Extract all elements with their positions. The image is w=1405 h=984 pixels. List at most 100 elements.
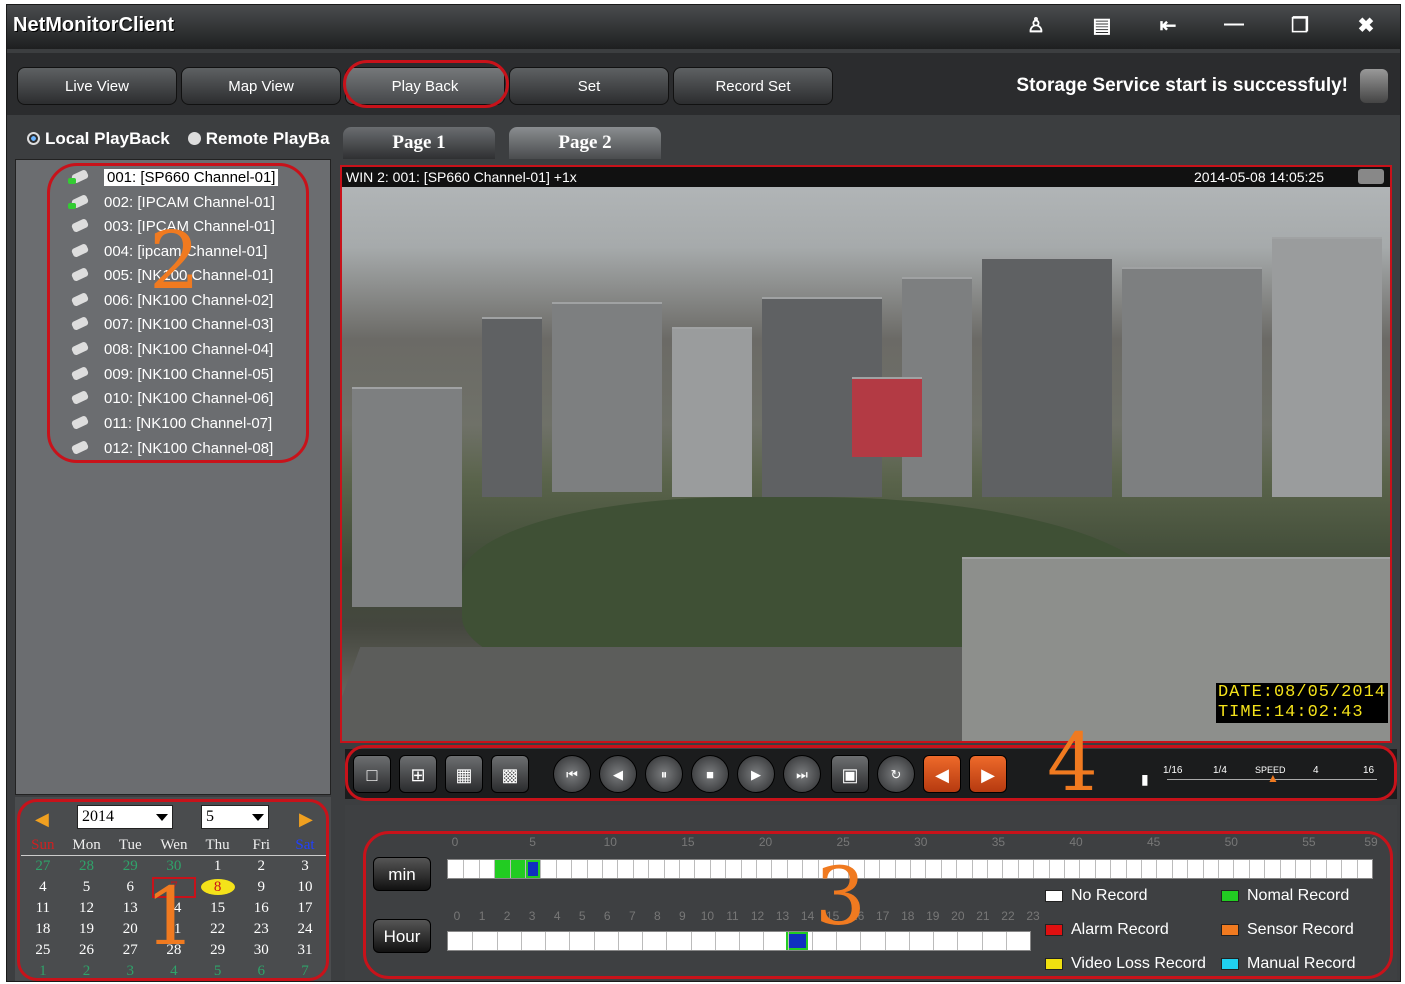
speed-slider[interactable]: ▮ 1/16 1/4 SPEED 4 16 ▲ xyxy=(1137,759,1387,789)
calendar-day[interactable]: 21 xyxy=(152,919,196,940)
legend-normal-record: Nomal Record xyxy=(1221,887,1349,905)
layout-9-icon[interactable]: ▦ xyxy=(445,755,483,793)
prev-frame-icon[interactable]: ◀ xyxy=(923,755,961,793)
channel-item[interactable]: 006: [NK100 Channel-02] xyxy=(68,289,273,311)
timeline-cell-divider xyxy=(1064,860,1065,878)
calendar-day[interactable]: 1 xyxy=(196,856,240,877)
calendar-day[interactable]: 9 xyxy=(239,877,283,898)
calendar-day[interactable]: 1 xyxy=(21,961,65,982)
calendar-day-selected[interactable]: 7 xyxy=(152,877,196,898)
calendar-day[interactable]: 4 xyxy=(21,877,65,898)
remote-playback-radio[interactable]: Remote PlayBa xyxy=(187,129,330,149)
play-icon[interactable]: ▶ xyxy=(737,755,775,793)
layout-1-icon[interactable]: □ xyxy=(353,755,391,793)
tab-live-view[interactable]: Live View xyxy=(17,67,177,105)
pause-icon[interactable]: ⏸ xyxy=(645,755,683,793)
prev-month-icon[interactable]: ◀ xyxy=(35,809,49,830)
calendar-day[interactable]: 12 xyxy=(65,898,109,919)
minute-timeline[interactable] xyxy=(447,859,1373,879)
calendar-day[interactable]: 4 xyxy=(152,961,196,982)
channel-item[interactable]: 001: [SP660 Channel-01] xyxy=(68,166,279,188)
restore-icon[interactable]: ❐ xyxy=(1286,13,1314,38)
hour-button[interactable]: Hour xyxy=(373,919,431,953)
channel-item[interactable]: 002: [IPCAM Channel-01] xyxy=(68,191,275,213)
tab-record-set[interactable]: Record Set xyxy=(673,67,833,105)
calendar-day[interactable]: 27 xyxy=(108,940,152,961)
channel-item[interactable]: 008: [NK100 Channel-04] xyxy=(68,338,273,360)
calendar-day[interactable]: 28 xyxy=(152,940,196,961)
calendar-day[interactable]: 6 xyxy=(108,877,152,898)
calendar-day[interactable]: 3 xyxy=(108,961,152,982)
calendar-day[interactable]: 5 xyxy=(65,877,109,898)
calendar-day[interactable]: 30 xyxy=(152,856,196,877)
calendar-day[interactable]: 19 xyxy=(65,919,109,940)
tab-set[interactable]: Set xyxy=(509,67,669,105)
channel-item[interactable]: 010: [NK100 Channel-06] xyxy=(68,387,273,409)
calendar-day[interactable]: 24 xyxy=(283,919,327,940)
snapshot-icon[interactable]: ▣ xyxy=(831,755,869,793)
year-select[interactable]: 2014 xyxy=(77,805,173,829)
tab-page-2[interactable]: Page 2 xyxy=(509,127,661,159)
calendar-day[interactable]: 20 xyxy=(108,919,152,940)
local-playback-radio[interactable]: Local PlayBack xyxy=(27,129,170,149)
skip-start-icon[interactable]: ⏮ xyxy=(553,755,591,793)
login-icon[interactable]: ⇤ xyxy=(1154,13,1182,38)
minimize-icon[interactable]: — xyxy=(1220,13,1248,38)
calendar-day[interactable]: 26 xyxy=(65,940,109,961)
tab-play-back[interactable]: Play Back xyxy=(345,67,505,105)
tab-map-view[interactable]: Map View xyxy=(181,67,341,105)
calendar-day[interactable]: 30 xyxy=(239,940,283,961)
calendar-day-today[interactable]: 8 xyxy=(196,877,240,898)
calendar-day[interactable]: 6 xyxy=(239,961,283,982)
layout-4-icon[interactable]: ⊞ xyxy=(399,755,437,793)
hour-timeline[interactable] xyxy=(447,931,1031,951)
calendar-day[interactable]: 3 xyxy=(283,856,327,877)
channel-item[interactable]: 011: [NK100 Channel-07] xyxy=(68,412,272,434)
calendar-day[interactable]: 5 xyxy=(196,961,240,982)
calendar-day[interactable]: 11 xyxy=(21,898,65,919)
calendar-day[interactable]: 29 xyxy=(196,940,240,961)
skip-end-icon[interactable]: ⏭ xyxy=(783,755,821,793)
channel-item[interactable]: 007: [NK100 Channel-03] xyxy=(68,313,273,335)
timeline-cell-divider xyxy=(817,860,819,878)
calendar-day[interactable]: 17 xyxy=(283,898,327,919)
stop-icon[interactable]: ■ xyxy=(691,755,729,793)
calendar-day[interactable]: 2 xyxy=(239,856,283,877)
calendar-day[interactable]: 27 xyxy=(21,856,65,877)
channel-item[interactable]: 005: [NK100 Channel-01] xyxy=(68,264,273,286)
calendar-day[interactable]: 13 xyxy=(108,898,152,919)
building xyxy=(1122,267,1262,497)
channel-item[interactable]: 012: [NK100 Channel-08] xyxy=(68,437,273,459)
minimize-panel-icon[interactable]: ▤ xyxy=(1088,13,1116,38)
refresh-icon[interactable]: ↻ xyxy=(877,755,915,793)
channel-item[interactable]: 004: [ipcam Channel-01] xyxy=(68,240,267,262)
speed-thumb-icon[interactable]: ▲ xyxy=(1267,771,1279,785)
calendar-day[interactable]: 29 xyxy=(108,856,152,877)
timeline-cell-divider xyxy=(786,860,788,878)
video-window[interactable]: WIN 2: 001: [SP660 Channel-01] +1x 2014-… xyxy=(340,165,1392,743)
calendar-day[interactable]: 16 xyxy=(239,898,283,919)
calendar-day[interactable]: 18 xyxy=(21,919,65,940)
channel-item[interactable]: 003: [IPCAM Channel-01] xyxy=(68,215,275,237)
tab-page-1[interactable]: Page 1 xyxy=(343,127,495,159)
calendar-day[interactable]: 31 xyxy=(283,940,327,961)
channel-item[interactable]: 009: [NK100 Channel-05] xyxy=(68,363,273,385)
layout-16-icon[interactable]: ▩ xyxy=(491,755,529,793)
users-icon[interactable]: ♙ xyxy=(1022,13,1050,38)
month-select[interactable]: 5 xyxy=(201,805,269,829)
calendar-day[interactable]: 10 xyxy=(283,877,327,898)
legend-alarm-record: Alarm Record xyxy=(1045,921,1169,939)
calendar-day[interactable]: 23 xyxy=(239,919,283,940)
next-frame-icon[interactable]: ▶ xyxy=(969,755,1007,793)
step-back-icon[interactable]: ◀ xyxy=(599,755,637,793)
calendar-day[interactable]: 14 xyxy=(152,898,196,919)
calendar-day[interactable]: 25 xyxy=(21,940,65,961)
calendar-day[interactable]: 7 xyxy=(283,961,327,982)
close-icon[interactable]: ✖ xyxy=(1352,13,1380,38)
calendar-day[interactable]: 2 xyxy=(65,961,109,982)
calendar-day[interactable]: 22 xyxy=(196,919,240,940)
next-month-icon[interactable]: ▶ xyxy=(299,809,313,830)
calendar-day[interactable]: 15 xyxy=(196,898,240,919)
calendar-day[interactable]: 28 xyxy=(65,856,109,877)
min-button[interactable]: min xyxy=(373,857,431,891)
